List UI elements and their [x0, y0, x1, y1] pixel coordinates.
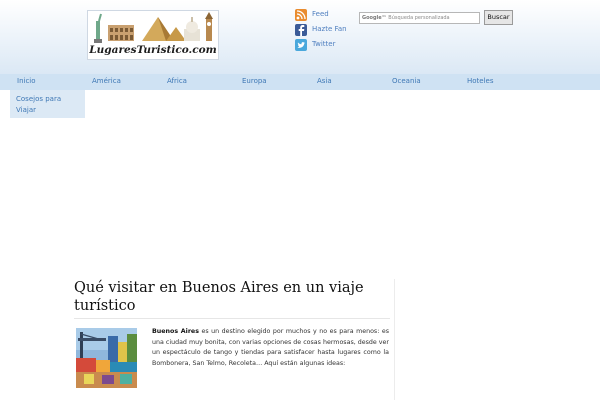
nav-item-hoteles[interactable]: Hoteles [467, 77, 494, 85]
site-header: LugaresTuristico.com Feed Hazte Fan Twit… [0, 0, 600, 74]
article-title[interactable]: Qué visitar en Buenos Aires en un viaje … [74, 279, 394, 315]
nav-item-america[interactable]: América [92, 77, 121, 85]
feed-label: Feed [312, 10, 329, 18]
facebook-label: Hazte Fan [312, 25, 347, 33]
nav-item-oceania[interactable]: Oceania [392, 77, 421, 85]
nav-item-europa[interactable]: Europa [242, 77, 267, 85]
search-button[interactable]: Buscar [484, 10, 513, 25]
facebook-icon [295, 24, 307, 36]
search-placeholder: Búsqueda personalizada [388, 15, 450, 21]
nav-item-inicio[interactable]: Inicio [17, 77, 36, 85]
submenu-item-consejos[interactable]: Cosejos para Viajar [16, 94, 76, 116]
twitter-icon [295, 39, 307, 51]
nav-item-africa[interactable]: Africa [167, 77, 187, 85]
landmarks-icon [94, 12, 213, 43]
content-divider [394, 279, 395, 400]
logo-text: LugaresTuristico.com [89, 44, 217, 56]
search-brand: Google™ [362, 15, 387, 21]
rss-icon [295, 9, 307, 21]
title-divider [74, 318, 390, 319]
main-nav: Inicio América Africa Europa Asia Oceani… [0, 74, 600, 90]
next-paragraph-fragment [74, 396, 390, 400]
twitter-label: Twitter [312, 40, 336, 48]
nav-item-asia[interactable]: Asia [317, 77, 332, 85]
search-input[interactable]: Google™ Búsqueda personalizada [359, 12, 480, 24]
site-logo[interactable]: LugaresTuristico.com [87, 10, 219, 60]
article-intro: Buenos Aires es un destino elegido por m… [152, 327, 389, 369]
article-header: Qué visitar en Buenos Aires en un viaje … [74, 279, 394, 315]
article-photo[interactable] [76, 328, 137, 388]
intro-highlight: Buenos Aires [152, 328, 199, 335]
nav-submenu: Cosejos para Viajar [10, 90, 85, 118]
